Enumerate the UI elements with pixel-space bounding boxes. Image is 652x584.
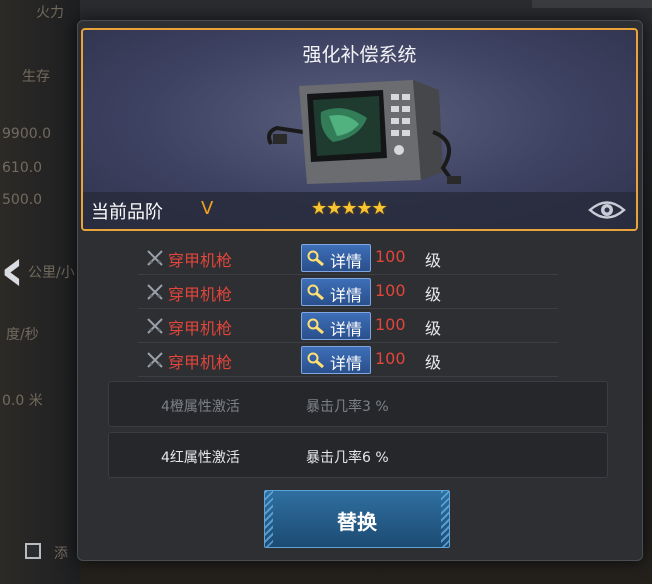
item-title: 强化补偿系统 <box>302 44 417 66</box>
background-top-bar <box>532 0 652 8</box>
radar-monitor-image <box>267 80 461 184</box>
attribute-level-unit: 级 <box>425 319 442 338</box>
attribute-row: 穿甲机枪 详情 100 级 <box>138 345 558 377</box>
crossed-swords-icon <box>147 250 163 266</box>
attribute-level-unit: 级 <box>425 353 442 372</box>
activation-label: 4红属性激活 <box>161 450 240 466</box>
crossed-swords-icon <box>147 352 163 368</box>
attribute-level-unit: 级 <box>425 285 442 304</box>
bg-speed-unit: 公里/小 <box>28 265 75 281</box>
magnifier-icon <box>307 352 324 368</box>
activation-red: 4红属性激活 暴击几率6 % <box>108 432 608 478</box>
equipment-detail-modal: 强化补偿系统 当前品阶 V ★★★★★ 穿甲机枪 详情 100 级 穿甲机枪 详… <box>77 20 643 561</box>
magnifier-icon <box>307 284 324 300</box>
detail-button[interactable]: 详情 <box>301 244 371 272</box>
attribute-row: 穿甲机枪 详情 100 级 <box>138 243 558 275</box>
activation-orange: 4橙属性激活 暴击几率3 % <box>108 381 608 427</box>
bg-label-survival: 生存 <box>22 69 50 85</box>
attribute-level: 100 <box>375 247 406 266</box>
bg-rotation-unit: 度/秒 <box>6 327 39 343</box>
activation-label: 4橙属性激活 <box>161 399 240 415</box>
replace-button[interactable]: 替换 <box>264 490 450 548</box>
bg-checkbox-label: 添 <box>54 546 68 562</box>
attribute-name: 穿甲机枪 <box>168 319 233 338</box>
magnifier-icon <box>307 250 324 266</box>
back-chevron-icon[interactable]: ‹ <box>0 228 26 312</box>
attribute-name: 穿甲机枪 <box>168 251 233 270</box>
magnifier-icon <box>307 318 324 334</box>
detail-button-label: 详情 <box>330 286 363 305</box>
attribute-name: 穿甲机枪 <box>168 353 233 372</box>
attribute-row: 穿甲机枪 详情 100 级 <box>138 311 558 343</box>
detail-button-label: 详情 <box>330 354 363 373</box>
attribute-name: 穿甲机枪 <box>168 285 233 304</box>
bg-label-firepower: 火力 <box>36 5 64 21</box>
attribute-level: 100 <box>375 315 406 334</box>
activation-value: 暴击几率3 % <box>306 399 389 415</box>
bg-value-1: 9900.0 <box>2 126 51 142</box>
eye-icon[interactable] <box>588 197 626 223</box>
detail-button-label: 详情 <box>330 320 363 339</box>
row-divider <box>138 274 558 275</box>
crossed-swords-icon <box>147 318 163 334</box>
detail-button[interactable]: 详情 <box>301 312 371 340</box>
crossed-swords-icon <box>147 284 163 300</box>
row-divider <box>138 376 558 377</box>
activation-value: 暴击几率6 % <box>306 450 389 466</box>
detail-button-label: 详情 <box>330 252 363 271</box>
detail-button[interactable]: 详情 <box>301 346 371 374</box>
item-card: 强化补偿系统 当前品阶 V ★★★★★ <box>81 28 638 231</box>
row-divider <box>138 308 558 309</box>
bg-checkbox[interactable] <box>25 543 41 559</box>
attribute-row: 穿甲机枪 详情 100 级 <box>138 277 558 309</box>
quality-label: 当前品阶 <box>91 202 163 223</box>
star-rating: ★★★★★ <box>311 198 388 219</box>
quality-value: V <box>201 198 214 219</box>
item-card-footer: 当前品阶 V ★★★★★ <box>83 192 636 229</box>
attribute-level: 100 <box>375 349 406 368</box>
replace-button-label: 替换 <box>337 510 377 534</box>
bg-value-2: 610.0 <box>2 160 43 176</box>
attribute-level-unit: 级 <box>425 251 442 270</box>
row-divider <box>138 342 558 343</box>
bg-distance-value: 0.0 米 <box>2 393 43 409</box>
button-edge-decoration <box>441 491 449 547</box>
attribute-level: 100 <box>375 281 406 300</box>
bg-value-3: 500.0 <box>2 192 43 208</box>
detail-button[interactable]: 详情 <box>301 278 371 306</box>
